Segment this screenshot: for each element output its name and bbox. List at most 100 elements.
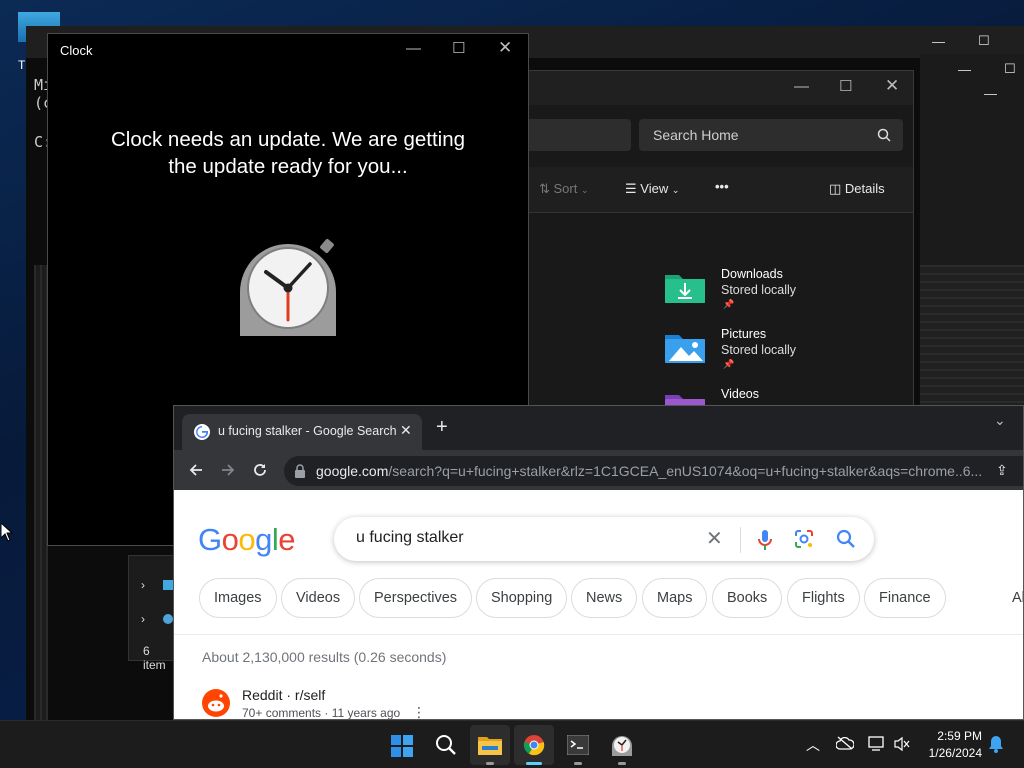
chevron-right-icon[interactable]: › — [141, 612, 145, 626]
forward-icon[interactable] — [220, 462, 236, 478]
reload-icon[interactable] — [252, 462, 268, 478]
browser-tab[interactable]: u fucing stalker - Google Search ✕ — [182, 414, 422, 450]
chip-news[interactable]: News — [571, 578, 638, 618]
divider — [740, 527, 741, 553]
desktop-icon-label: T — [18, 58, 26, 72]
result-site[interactable]: Reddit · r/self — [242, 687, 325, 703]
onedrive-icon[interactable] — [836, 736, 854, 750]
item-count: 6 item — [143, 644, 166, 672]
share-icon[interactable]: ⇪ — [996, 462, 1008, 479]
downloads-folder-icon — [665, 275, 705, 303]
terminal-icon — [567, 735, 589, 755]
chrome-window[interactable]: u fucing stalker - Google Search ✕ + ⌄ g… — [173, 405, 1024, 720]
background-pattern — [920, 265, 1024, 405]
minimize-icon[interactable]: — — [932, 34, 945, 49]
more-vert-icon[interactable]: ⋮ — [412, 704, 426, 719]
running-indicator — [486, 762, 494, 765]
minimize-icon[interactable]: — — [794, 78, 809, 95]
file-explorer-icon — [478, 737, 502, 755]
chip-flights[interactable]: Flights — [787, 578, 860, 618]
results-stats: About 2,130,000 results (0.26 seconds) — [202, 649, 447, 665]
view-button[interactable]: ☰ View ⌄ — [625, 181, 679, 197]
new-tab-icon[interactable]: + — [436, 416, 448, 439]
maximize-icon[interactable]: ☐ — [1004, 61, 1016, 77]
pin-icon: 📌 — [723, 359, 735, 369]
taskbar-terminal[interactable] — [558, 725, 598, 765]
network-icon[interactable] — [868, 736, 886, 752]
start-button[interactable] — [382, 725, 422, 765]
chip-maps[interactable]: Maps — [642, 578, 708, 618]
chip-shopping[interactable]: Shopping — [476, 578, 568, 618]
view-icon: ☰ — [625, 181, 641, 196]
pictures-folder-icon — [665, 335, 705, 363]
window-title: Clock — [60, 43, 93, 58]
search-box[interactable]: Search Home — [639, 119, 903, 151]
back-icon[interactable] — [188, 462, 204, 478]
chip-videos[interactable]: Videos — [281, 578, 356, 618]
minimize-icon[interactable]: — — [958, 62, 971, 77]
folder-status: Stored locally — [721, 343, 797, 357]
file-explorer-window[interactable]: — ☐ ✕ Search Home ⇅ Sort ⌄ ☰ View ⌄ ••• … — [512, 70, 914, 410]
tab-title: u fucing stalker - Google Search — [218, 424, 397, 438]
chip-images[interactable]: Images — [199, 578, 277, 618]
pin-icon: 📌 — [723, 299, 735, 309]
notification-bell-icon[interactable] — [988, 735, 1004, 753]
background-pattern — [34, 265, 48, 720]
google-logo[interactable]: Google — [198, 522, 296, 558]
taskbar-chrome[interactable] — [514, 725, 554, 765]
taskbar-date[interactable]: 1/26/2024 — [918, 746, 982, 760]
maximize-icon[interactable]: ☐ — [978, 33, 990, 49]
search-icon[interactable] — [836, 529, 856, 549]
voice-search-icon[interactable] — [757, 529, 773, 551]
tab-close-icon[interactable]: ✕ — [400, 422, 412, 439]
chevron-right-icon[interactable]: › — [141, 578, 145, 592]
chip-books[interactable]: Books — [712, 578, 783, 618]
tab-search-chevron-icon[interactable]: ⌄ — [994, 412, 1006, 429]
maximize-icon[interactable]: ☐ — [452, 39, 465, 57]
update-message: Clock needs an update. We are getting th… — [110, 128, 466, 178]
close-icon[interactable]: ✕ — [498, 38, 512, 58]
taskbar-time[interactable]: 2:59 PM — [922, 729, 982, 743]
clear-icon[interactable]: ✕ — [706, 526, 723, 551]
taskbar-file-explorer[interactable] — [470, 725, 510, 765]
sort-button[interactable]: ⇅ Sort ⌄ — [539, 181, 589, 197]
show-hidden-icons-chevron-icon[interactable]: ︿ — [806, 735, 820, 755]
details-button[interactable]: ◫ Details — [829, 181, 885, 197]
explorer-titlebar[interactable]: — ☐ ✕ — [513, 71, 913, 105]
quick-access-downloads[interactable]: Downloads Stored locally 📌 — [663, 267, 863, 323]
chip-perspectives[interactable]: Perspectives — [359, 578, 473, 618]
lens-search-icon[interactable] — [794, 529, 814, 549]
minimize-icon[interactable]: — — [406, 40, 421, 57]
maximize-icon[interactable]: ☐ — [839, 77, 852, 95]
taskbar-search-button[interactable] — [426, 725, 466, 765]
more-options-button[interactable]: ••• — [715, 179, 729, 194]
quick-access-videos[interactable]: Videos — [663, 387, 863, 407]
search-icon — [877, 128, 891, 142]
volume-muted-icon[interactable] — [894, 736, 910, 752]
folder-name: Videos — [721, 387, 759, 401]
address-bar[interactable] — [525, 119, 631, 151]
search-icon — [436, 735, 456, 755]
explorer-toolbar: ⇅ Sort ⌄ ☰ View ⌄ ••• ◫ Details — [513, 167, 913, 213]
taskbar-clock[interactable] — [602, 725, 642, 765]
folder-name: Downloads — [721, 267, 783, 281]
desktop-icon — [163, 580, 173, 590]
chrome-icon — [523, 735, 545, 756]
active-indicator — [526, 762, 542, 765]
result-meta: 70+ comments · 11 years ago — [242, 706, 401, 720]
url-text: google.com/search?q=u+fucing+stalker&rlz… — [316, 463, 983, 479]
mouse-cursor-icon — [1, 523, 13, 542]
minimize-icon[interactable]: — — [984, 86, 997, 101]
folder-status: Stored locally — [721, 283, 797, 297]
start-icon — [391, 735, 413, 757]
chip-all[interactable]: Al — [1012, 590, 1023, 606]
explorer-nav-pane: › › 6 item — [128, 555, 176, 672]
address-bar[interactable]: google.com/search?q=u+fucing+stalker&rlz… — [284, 456, 1023, 486]
chip-finance[interactable]: Finance — [864, 578, 946, 618]
clock-app-icon — [612, 736, 632, 756]
details-pane-icon: ◫ — [829, 181, 845, 196]
google-search-box[interactable]: u fucing stalker ✕ — [334, 517, 874, 561]
close-icon[interactable]: ✕ — [885, 76, 899, 96]
quick-access-pictures[interactable]: Pictures Stored locally 📌 — [663, 327, 863, 383]
network-icon — [163, 614, 173, 624]
